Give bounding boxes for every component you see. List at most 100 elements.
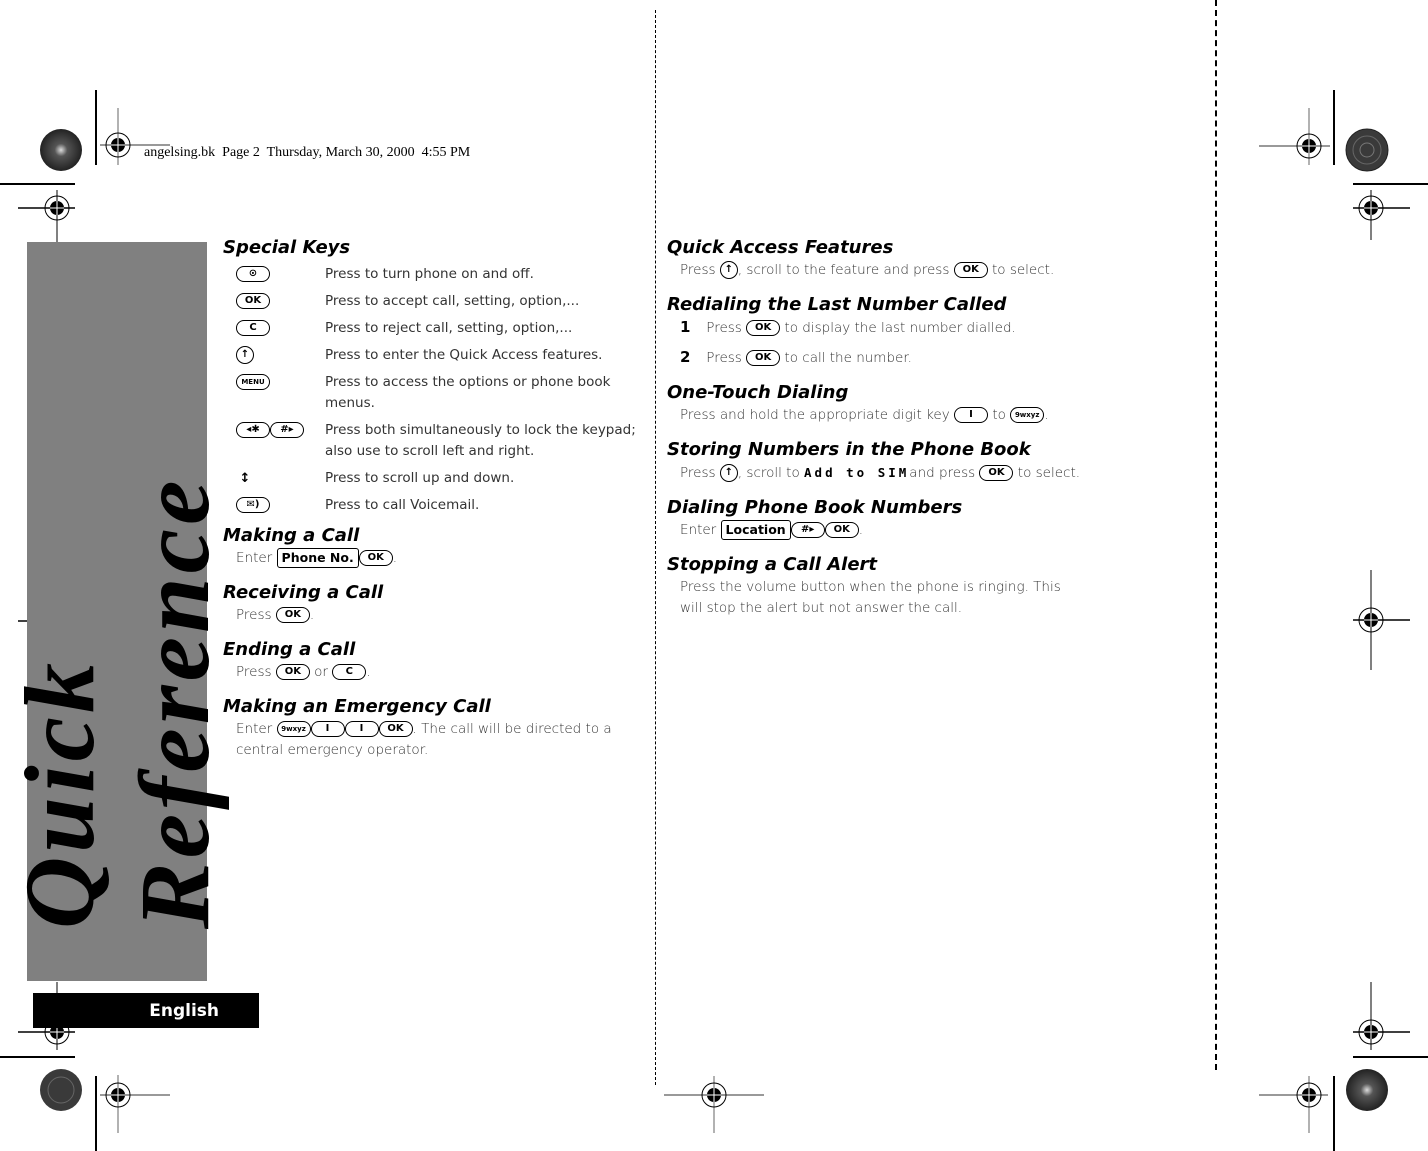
body-text: , scroll to	[737, 465, 800, 481]
section-title: Redialing the Last Number Called	[667, 294, 1007, 315]
section-storing: Storing Numbers in the Phone Book Press …	[667, 438, 1087, 484]
section-stopping-alert: Stopping a Call Alert Press the volume b…	[667, 553, 1087, 619]
body-text: Press	[706, 350, 742, 366]
section-title: Receiving a Call	[223, 582, 384, 603]
special-key-row: ◂✱ #▸ Press both simultaneously to lock th…	[223, 420, 643, 462]
special-key-row: ↕ Press to scroll up and down.	[223, 468, 643, 489]
ok-key-icon: OK	[236, 293, 270, 309]
section-title: Dialing Phone Book Numbers	[667, 497, 963, 518]
side-band: Quick Reference	[4, 242, 230, 981]
body-text: Press	[680, 465, 716, 481]
special-key-row: MENU Press to access the options or phone…	[223, 372, 643, 414]
key-cell: MENU	[223, 372, 325, 393]
clear-key-icon: C	[332, 664, 367, 680]
key-description: Press to call Voicemail.	[325, 497, 480, 513]
language-tab: English	[33, 993, 259, 1028]
key-description: Press to scroll up and down.	[325, 470, 515, 486]
special-key-row: ⊙ Press to turn phone on and off.	[223, 264, 643, 285]
body-text: to select.	[991, 262, 1055, 278]
section-body: Press OK or C.	[223, 662, 643, 683]
hash-key-icon: #▸	[790, 522, 825, 538]
section-title: Making an Emergency Call	[223, 696, 491, 717]
key-cell: ↑	[223, 345, 325, 366]
body-text: to call the number.	[784, 350, 912, 366]
section-receiving-call: Receiving a Call Press OK.	[223, 581, 643, 626]
section-body: Press ↑, scroll to Add to SIMand press O…	[667, 462, 1087, 484]
hash-key-icon: #▸	[270, 422, 304, 438]
section-one-touch: One-Touch Dialing Press and hold the app…	[667, 381, 1087, 426]
key-description: Press to accept call, setting, option,..…	[325, 293, 580, 309]
key-cell: ◂✱ #▸	[223, 420, 325, 441]
body-text: .	[366, 664, 371, 680]
section-ending-call: Ending a Call Press OK or C.	[223, 638, 643, 683]
step-number: 2	[680, 348, 691, 366]
ok-key-icon: OK	[824, 522, 859, 538]
section-title: Quick Access Features	[667, 237, 894, 258]
ok-key-icon: OK	[275, 607, 310, 623]
quick-access-key-icon: ↑	[719, 261, 738, 279]
key-description: Press both simultaneously to lock the ke…	[325, 422, 636, 459]
step: 2 Press OK to call the number.	[667, 347, 1087, 369]
special-key-row: ↑ Press to enter the Quick Access feature…	[223, 345, 643, 366]
ok-key-icon: OK	[358, 550, 393, 566]
menu-item-text: Add to SIM	[804, 465, 910, 480]
starburst-mark-icon	[40, 129, 82, 171]
concentric-mark-icon	[40, 1069, 82, 1111]
step-number: 1	[680, 318, 691, 336]
body-text: or	[314, 664, 328, 680]
section-quick-access: Quick Access Features Press ↑, scroll to…	[667, 236, 1087, 281]
step: 1 Press OK to display the last number di…	[667, 317, 1087, 339]
left-column: Special Keys ⊙ Press to turn phone on and…	[223, 236, 643, 769]
ok-key-icon: OK	[746, 350, 781, 366]
key-cell: ⊙	[223, 264, 325, 285]
key-description: Press to enter the Quick Access features…	[325, 347, 603, 363]
concentric-mark-icon	[1345, 128, 1389, 172]
one-key-icon: I	[344, 721, 379, 737]
body-text: Press	[236, 607, 272, 623]
body-text: Enter	[680, 522, 717, 538]
section-body: Enter 9wxyz I I OK. The call will be direct…	[223, 719, 643, 761]
body-text: to select.	[1017, 465, 1081, 481]
ok-key-icon: OK	[979, 465, 1014, 481]
special-keys-list: ⊙ Press to turn phone on and off. OK Press …	[223, 264, 643, 516]
right-column: Quick Access Features Press ↑, scroll to…	[667, 236, 1087, 627]
body-text: Press	[706, 320, 742, 336]
key-cell: C	[223, 318, 325, 339]
clear-key-icon: C	[236, 320, 270, 336]
special-key-row: OK Press to accept call, setting, option,…	[223, 291, 643, 312]
quick-access-key-icon: ↑	[719, 464, 738, 482]
nine-key-icon: 9wxyz	[1010, 407, 1045, 423]
key-description: Press to access the options or phone boo…	[325, 374, 611, 411]
special-key-row: C Press to reject call, setting, option,.…	[223, 318, 643, 339]
section-body: Enter Phone No. OK.	[223, 548, 643, 569]
one-key-icon: I	[310, 721, 345, 737]
print-header-stamp: angelsing.bk Page 2 Thursday, March 30, …	[144, 145, 471, 160]
menu-key-icon: MENU	[236, 374, 270, 390]
section-title: Ending a Call	[223, 639, 356, 660]
section-body: Press OK.	[223, 605, 643, 626]
nine-key-icon: 9wxyz	[276, 721, 311, 737]
section-title: Making a Call	[223, 525, 360, 546]
body-text: to display the last number dialled.	[784, 320, 1016, 336]
section-making-call: Making a Call Enter Phone No. OK.	[223, 524, 643, 569]
ok-key-icon: OK	[378, 721, 413, 737]
ok-key-icon: OK	[275, 664, 310, 680]
quick-access-key-icon: ↑	[236, 346, 254, 364]
body-text: Press and hold the appropriate digit key	[680, 407, 950, 423]
special-key-row: ✉) Press to call Voicemail.	[223, 495, 643, 516]
section-body: Press and hold the appropriate digit key…	[667, 405, 1087, 426]
voicemail-key-icon: ✉)	[236, 497, 270, 513]
star-key-icon: ◂✱	[236, 422, 270, 438]
key-cell: OK	[223, 291, 325, 312]
section-emergency-call: Making an Emergency Call Enter 9wxyz I I OK…	[223, 695, 643, 761]
body-text: Press	[236, 664, 272, 680]
location-key: Location	[720, 520, 791, 540]
body-text: .	[1044, 407, 1049, 423]
side-title: Quick Reference	[4, 476, 230, 929]
section-title: Storing Numbers in the Phone Book	[667, 439, 1031, 460]
section-body: Enter Location #▸ OK.	[667, 520, 1087, 541]
ok-key-icon: OK	[746, 320, 781, 336]
key-cell: ↕	[223, 468, 325, 489]
section-redialing: Redialing the Last Number Called 1 Press…	[667, 293, 1087, 369]
body-text: .	[392, 550, 398, 566]
